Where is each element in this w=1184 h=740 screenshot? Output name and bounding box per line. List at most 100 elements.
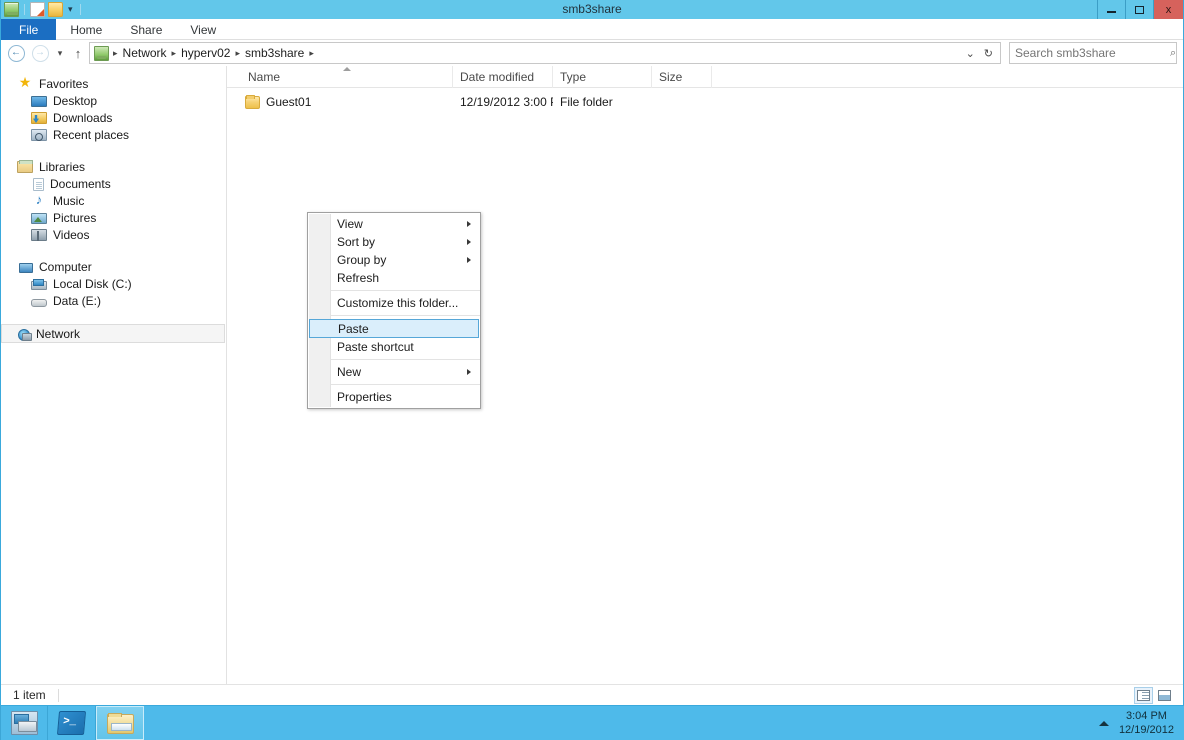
context-menu[interactable]: View Sort by Group by Refresh Customize … [307, 212, 481, 409]
sidebar-item-downloads[interactable]: Downloads [1, 109, 226, 126]
title-bar[interactable]: ▾ smb3share x [1, 0, 1183, 19]
search-icon[interactable]: ⌕ [1170, 47, 1176, 60]
file-name-cell[interactable]: Guest01 [241, 95, 453, 109]
sidebar-item-favorites[interactable]: ★ Favorites [1, 75, 226, 92]
minimize-icon [1107, 11, 1116, 13]
sidebar-group-gap-2 [1, 243, 226, 258]
up-button[interactable]: ↑ [69, 42, 87, 64]
table-row[interactable]: Guest01 12/19/2012 3:00 PM File folder [227, 91, 1183, 113]
refresh-icon[interactable]: ↻ [984, 47, 993, 60]
search-box[interactable]: ⌕ [1009, 42, 1177, 64]
sidebar-item-data-e[interactable]: Data (E:) [1, 292, 226, 309]
sidebar-item-desktop[interactable]: Desktop [1, 92, 226, 109]
tab-file[interactable]: File [1, 19, 57, 40]
file-name-label: Guest01 [266, 95, 312, 109]
sidebar-item-local-disk-c[interactable]: Local Disk (C:) [1, 275, 226, 292]
view-toggle-group [1134, 686, 1183, 704]
column-header-label: Name [248, 69, 281, 84]
file-type-cell: File folder [560, 95, 613, 109]
status-bar: 1 item [1, 684, 1183, 705]
taskbar-button-powershell[interactable] [48, 706, 96, 740]
submenu-arrow-icon [467, 369, 471, 375]
context-menu-item-view[interactable]: View [308, 215, 480, 233]
sidebar-item-videos[interactable]: Videos [1, 226, 226, 243]
sidebar-item-recent-places[interactable]: Recent places [1, 126, 226, 143]
sidebar-item-documents[interactable]: Documents [1, 175, 226, 192]
tab-share[interactable]: Share [116, 19, 176, 40]
context-menu-item-refresh[interactable]: Refresh [308, 269, 480, 287]
context-menu-item-paste[interactable]: Paste [309, 319, 479, 338]
taskbar-button-file-explorer[interactable] [96, 706, 144, 740]
music-icon: ♪ [35, 192, 43, 207]
minimize-button[interactable] [1097, 0, 1125, 19]
address-dropdown-icon[interactable]: ⌄ [966, 47, 975, 60]
sidebar-label: Videos [53, 227, 90, 242]
context-menu-item-paste-shortcut[interactable]: Paste shortcut [308, 338, 480, 356]
folder-icon [245, 95, 260, 109]
details-view-button[interactable] [1134, 686, 1153, 704]
clock-time: 3:04 PM [1125, 710, 1167, 722]
taskbar-button-server-manager[interactable] [0, 706, 48, 740]
large-icons-view-button[interactable] [1155, 687, 1174, 704]
tab-view[interactable]: View [176, 19, 230, 40]
item-count-label: 1 item [13, 688, 46, 702]
chevron-down-icon[interactable]: ▾ [66, 5, 75, 14]
close-button[interactable]: x [1153, 0, 1183, 19]
drive-icon [31, 298, 47, 307]
column-header-label: Date modified [460, 69, 535, 84]
tab-home[interactable]: Home [56, 19, 116, 40]
sort-ascending-icon [342, 66, 351, 71]
search-input[interactable] [1015, 46, 1170, 60]
context-menu-item-group-by[interactable]: Group by [308, 251, 480, 269]
breadcrumb-network[interactable]: Network [119, 46, 171, 60]
sidebar-item-computer[interactable]: Computer [1, 258, 226, 275]
sidebar-group-gap-3 [1, 309, 226, 324]
large-icons-view-icon [1158, 689, 1171, 701]
sidebar-label: Computer [39, 259, 92, 274]
maximize-button[interactable] [1125, 0, 1153, 19]
properties-icon[interactable] [30, 2, 45, 17]
status-bar-divider [57, 688, 59, 702]
share-properties-icon[interactable] [4, 2, 19, 17]
column-header-date-modified[interactable]: Date modified [453, 65, 553, 88]
context-menu-item-new[interactable]: New [308, 363, 480, 381]
back-button[interactable]: ← [5, 42, 27, 64]
clock[interactable]: 3:04 PM 12/19/2012 [1119, 709, 1174, 737]
sidebar-item-music[interactable]: ♪ Music [1, 192, 226, 209]
context-menu-item-customize-this-folder[interactable]: Customize this folder... [308, 294, 480, 312]
desktop-icon [31, 96, 47, 107]
context-menu-item-properties[interactable]: Properties [308, 388, 480, 406]
submenu-arrow-icon [467, 239, 471, 245]
breadcrumb-hyperv02[interactable]: hyperv02 [177, 46, 234, 60]
videos-icon [31, 229, 47, 241]
sidebar-item-pictures[interactable]: Pictures [1, 209, 226, 226]
context-menu-label: Group by [337, 253, 387, 267]
sidebar-item-network[interactable]: Network [1, 324, 225, 343]
column-header-size[interactable]: Size [652, 65, 712, 88]
pictures-icon [31, 213, 47, 224]
taskbar: 3:04 PM 12/19/2012 [0, 706, 1184, 740]
qat-divider-2 [79, 4, 81, 15]
context-menu-label: Paste shortcut [337, 340, 414, 354]
column-header-name[interactable]: Name [241, 65, 453, 88]
new-folder-icon[interactable] [48, 2, 63, 17]
address-bar[interactable]: ▸ Network ▸ hyperv02 ▸ smb3share ▸ ⌄ ↻ [89, 42, 1001, 64]
context-menu-item-sort-by[interactable]: Sort by [308, 233, 480, 251]
libraries-icon [17, 160, 33, 173]
recent-places-icon [31, 129, 47, 141]
submenu-arrow-icon [467, 221, 471, 227]
breadcrumb-smb3share[interactable]: smb3share [241, 46, 308, 60]
recent-locations-button[interactable]: ▾ [53, 42, 67, 64]
breadcrumb-separator-3[interactable]: ▸ [308, 48, 315, 59]
local-disk-icon [31, 279, 47, 290]
system-tray: 3:04 PM 12/19/2012 [1098, 706, 1184, 740]
window-title: smb3share [562, 2, 622, 16]
forward-button[interactable]: → [29, 42, 51, 64]
context-menu-separator [331, 315, 480, 316]
column-header-type[interactable]: Type [553, 65, 652, 88]
star-icon: ★ [18, 74, 32, 90]
show-hidden-icons-icon[interactable] [1098, 720, 1109, 726]
sidebar-item-libraries[interactable]: Libraries [1, 158, 226, 175]
address-bar-row: ← → ▾ ↑ ▸ Network ▸ hyperv02 ▸ smb3share… [1, 40, 1183, 66]
